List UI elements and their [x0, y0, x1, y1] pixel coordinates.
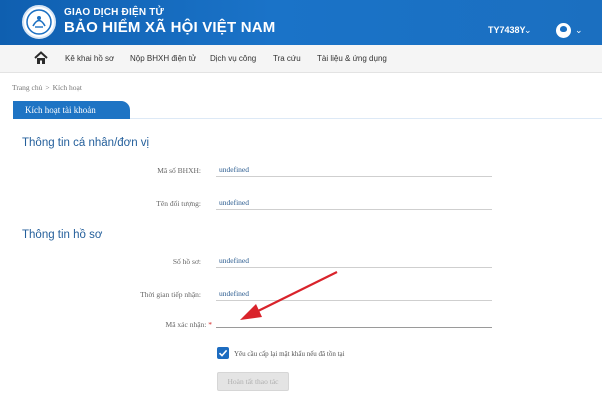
annotation-arrow-icon — [240, 271, 338, 320]
